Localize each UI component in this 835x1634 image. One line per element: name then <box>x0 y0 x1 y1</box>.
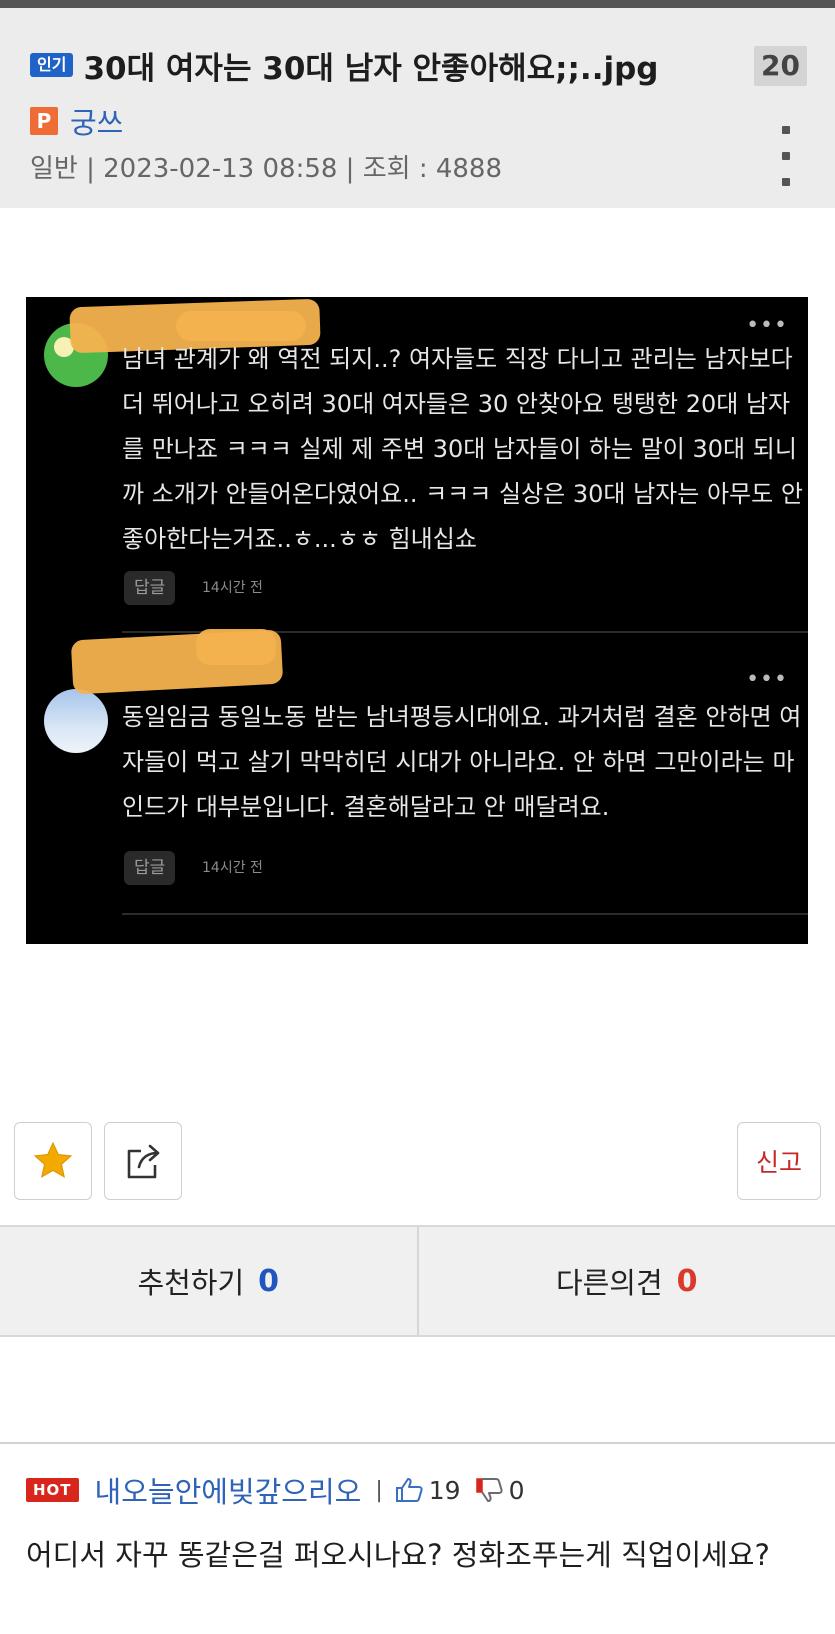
thumbs-down-icon <box>475 1478 503 1502</box>
comment-like-count: 19 <box>428 1475 461 1505</box>
post-header: 인기 30대 여자는 30대 남자 안좋아해요;;..jpg 20 P 궁쓰 일… <box>0 8 835 208</box>
more-options-icon[interactable] <box>779 126 793 186</box>
screenshot-comment-text: 남녀 관계가 왜 역전 되지..? 여자들도 직장 다니고 관리는 남자보다 더… <box>122 345 803 553</box>
post-title: 30대 여자는 30대 남자 안좋아해요;;..jpg <box>83 50 659 87</box>
share-icon <box>127 1144 160 1179</box>
recommend-button[interactable]: 추천하기 0 <box>0 1227 417 1335</box>
dissent-label: 다른의견 <box>555 1266 663 1300</box>
redaction-mark <box>196 629 276 665</box>
thumbs-up-icon <box>395 1478 423 1502</box>
post-author[interactable]: 궁쓰 <box>70 100 123 142</box>
screenshot-comment-time: 14시간 전 <box>202 860 263 876</box>
share-button[interactable] <box>104 1122 182 1200</box>
top-border <box>0 0 835 8</box>
title-row: 인기 30대 여자는 30대 남자 안좋아해요;;..jpg 20 <box>30 40 807 90</box>
comment-text: 어디서 자꾸 똥같은걸 퍼오시나요? 정화조푸는게 직업이세요? <box>26 1538 770 1572</box>
commenter-avatar <box>44 689 108 753</box>
post-image: ••• 남녀 관계가 왜 역전 되지..? 여자들도 직장 다니고 관리는 남자… <box>26 297 808 944</box>
dissent-button[interactable]: 다른의견 0 <box>416 1227 835 1335</box>
separator: | <box>375 1477 383 1503</box>
star-icon <box>33 1141 73 1178</box>
comment-author[interactable]: 내오늘안에빚갚으리오 <box>95 1469 362 1511</box>
comment-dislike-count: 0 <box>508 1475 525 1505</box>
report-button[interactable]: 신고 <box>737 1122 821 1200</box>
post-meta: 일반 | 2023-02-13 08:58 | 조회 : 4888 <box>30 154 503 184</box>
screenshot-reply-button: 답글 <box>124 571 176 605</box>
dissent-count: 0 <box>676 1263 698 1299</box>
kebab-dot <box>782 178 790 186</box>
screenshot-comment-time: 14시간 전 <box>202 580 263 596</box>
popular-badge: 인기 <box>30 53 74 77</box>
best-comment-header: HOT 내오늘안에빚갚으리오 | 19 0 <box>26 1470 525 1510</box>
divider <box>122 913 808 915</box>
recommend-label: 추천하기 <box>137 1266 245 1300</box>
comment-dislike-button[interactable]: 0 <box>475 1476 525 1505</box>
favorite-button[interactable] <box>14 1122 92 1200</box>
screenshot-reply-button: 답글 <box>124 851 176 885</box>
comment-more-icon: ••• <box>746 313 788 338</box>
comment-count-badge[interactable]: 20 <box>754 46 807 86</box>
author-row: P 궁쓰 <box>30 100 123 142</box>
screenshot-comment-text: 동일임금 동일노동 받는 남녀평등시대에요. 과거처럼 결혼 안하면 여자들이 … <box>122 703 802 821</box>
comment-more-icon: ••• <box>746 667 788 692</box>
kebab-dot <box>782 126 790 134</box>
divider <box>0 1442 835 1444</box>
kebab-dot <box>782 152 790 160</box>
comment-like-button[interactable]: 19 <box>395 1476 461 1505</box>
author-level-badge: P <box>30 107 58 135</box>
vote-bar: 추천하기 0 다른의견 0 <box>0 1225 835 1337</box>
hot-badge: HOT <box>26 1478 79 1502</box>
recommend-count: 0 <box>258 1263 280 1299</box>
